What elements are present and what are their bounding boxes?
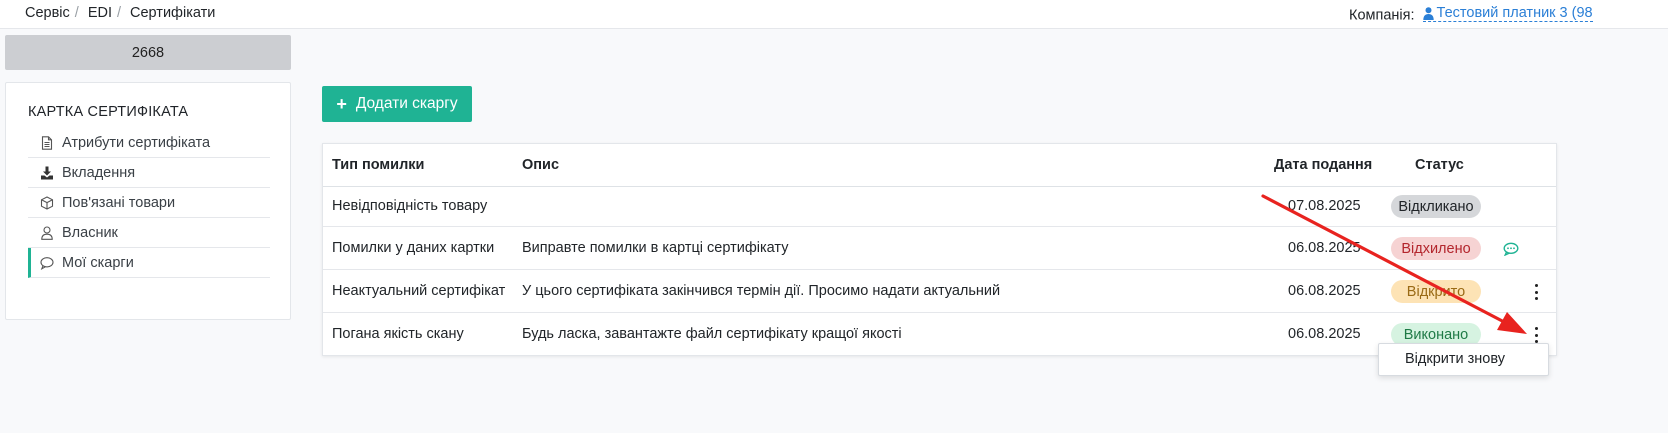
chat-icon[interactable]: [1503, 242, 1519, 256]
document-icon: [40, 135, 54, 150]
download-icon: [40, 166, 54, 180]
breadcrumb-separator: /: [74, 5, 79, 21]
sidebar-item-label: Мої скарги: [62, 254, 134, 271]
column-header-status[interactable]: Статус: [1415, 157, 1464, 173]
company-label: Компанія:: [1349, 7, 1415, 24]
menu-item-reopen[interactable]: Відкрити знову: [1405, 351, 1505, 367]
add-complaint-label: Додати скаргу: [355, 95, 458, 112]
top-bar: Сервіс / EDI / Сертифікати Компанія: Тес…: [0, 0, 1668, 29]
user-icon: [40, 225, 54, 240]
sidebar-item-attachments[interactable]: Вкладення: [28, 158, 270, 188]
status-badge: Відхилено: [1391, 237, 1481, 260]
status-badge: Відкрито: [1391, 280, 1481, 303]
breadcrumb-separator: /: [116, 5, 122, 21]
cell-error-type: Помилки у даних картки: [332, 240, 495, 256]
box-icon: [40, 195, 54, 210]
breadcrumb-item-edi[interactable]: EDI: [88, 5, 112, 21]
cell-error-type: Погана якість скану: [332, 326, 464, 342]
kebab-menu-icon[interactable]: [1531, 284, 1541, 300]
breadcrumb-item-certificates[interactable]: Сертифікати: [130, 5, 215, 21]
cell-description: Будь ласка, завантажте файл сертифікату …: [522, 326, 902, 342]
sidebar-item-attributes[interactable]: Атрибути сертифіката: [28, 128, 270, 158]
table-header: Тип помилки Опис Дата подання Статус: [323, 144, 1556, 187]
cell-date: 06.08.2025: [1288, 326, 1361, 342]
table-row[interactable]: Невідповідність товару 07.08.2025 Відкли…: [323, 187, 1556, 227]
sidebar-title: КАРТКА СЕРТИФІКАТА: [28, 104, 189, 120]
company-name: Тестовий платник 3 (98: [1436, 5, 1593, 21]
cell-date: 06.08.2025: [1288, 283, 1361, 299]
cell-error-type: Невідповідність товару: [332, 198, 488, 214]
sidebar-item-label: Пов'язані товари: [62, 194, 176, 211]
chat-icon: [40, 256, 54, 270]
status-badge: Відкликано: [1391, 195, 1481, 218]
cell-date: 07.08.2025: [1288, 198, 1361, 214]
cell-date: 06.08.2025: [1288, 240, 1361, 256]
company-selector: Компанія: Тестовий платник 3 (98: [1349, 5, 1593, 24]
certificate-card-sidebar: КАРТКА СЕРТИФІКАТА Атрибути сертифіката …: [5, 82, 291, 320]
column-header-error-type[interactable]: Тип помилки: [332, 157, 424, 173]
sidebar-item-owner[interactable]: Власник: [28, 218, 270, 248]
table-row[interactable]: Погана якість скану Будь ласка, завантаж…: [323, 313, 1556, 356]
add-complaint-button[interactable]: + Додати скаргу: [322, 86, 472, 122]
cell-error-type: Неактуальний сертифікат: [332, 283, 506, 299]
complaints-table: Тип помилки Опис Дата подання Статус Нев…: [322, 143, 1557, 356]
column-header-date[interactable]: Дата подання: [1274, 157, 1372, 173]
company-link[interactable]: Тестовий платник 3 (98: [1422, 5, 1593, 22]
cell-description: Виправте помилки в картці сертифікату: [522, 240, 789, 256]
table-row[interactable]: Неактуальний сертифікат У цього сертифік…: [323, 270, 1556, 313]
sidebar-item-label: Атрибути сертифіката: [62, 134, 211, 151]
breadcrumb-item-service[interactable]: Сервіс: [25, 5, 70, 21]
sidebar-item-label: Вкладення: [62, 164, 136, 181]
sidebar-menu: Атрибути сертифіката Вкладення Пов'язані…: [28, 128, 270, 278]
sidebar-item-label: Власник: [62, 224, 118, 241]
kebab-menu-icon[interactable]: [1531, 327, 1541, 343]
user-icon: [1422, 6, 1434, 20]
sidebar-item-my-complaints[interactable]: Мої скарги: [28, 248, 270, 278]
plus-icon: +: [336, 94, 347, 114]
row-actions-dropdown: Відкрити знову: [1378, 343, 1549, 376]
cell-description: У цього сертифіката закінчився термін ді…: [522, 283, 1001, 299]
sidebar-item-related-goods[interactable]: Пов'язані товари: [28, 188, 270, 218]
breadcrumb: Сервіс / EDI / Сертифікати: [25, 5, 215, 21]
column-header-description[interactable]: Опис: [522, 157, 559, 173]
certificate-number: 2668: [5, 35, 291, 70]
table-row[interactable]: Помилки у даних картки Виправте помилки …: [323, 227, 1556, 270]
